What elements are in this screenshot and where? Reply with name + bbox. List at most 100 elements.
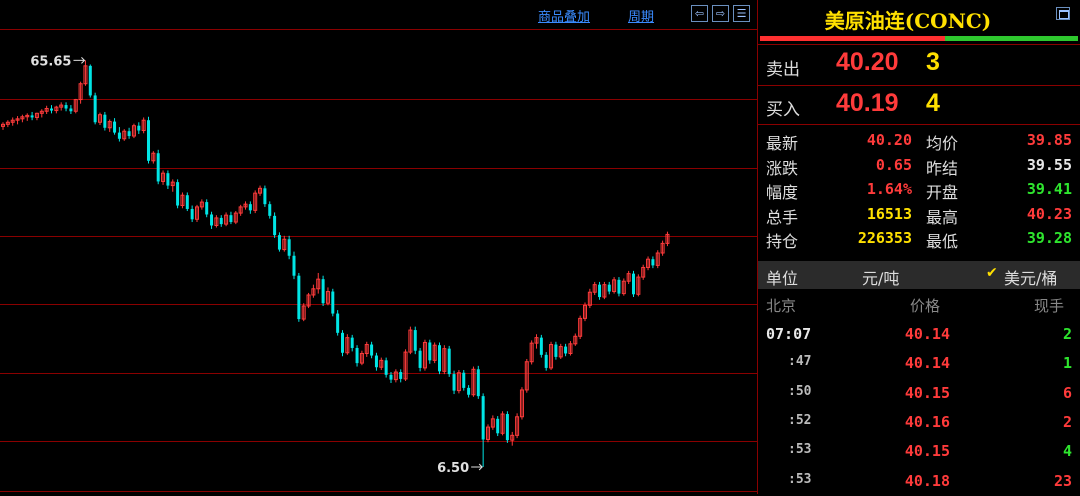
candle-body <box>539 337 543 355</box>
scroll-left-button[interactable]: ⇦ <box>691 5 708 22</box>
candle-body <box>564 346 568 354</box>
tick-volume: 2 <box>1062 412 1072 431</box>
stat-value: 39.55 <box>1026 155 1072 174</box>
candle-body <box>273 215 277 236</box>
ticks-header-volume: 现手 <box>1034 297 1065 315</box>
candle-body <box>190 208 194 220</box>
tick-row[interactable]: 07:07 40.14 2 <box>758 320 1080 349</box>
candle-body <box>389 374 393 380</box>
candle-body <box>462 372 466 388</box>
unit-option-usd-per-barrel[interactable]: 美元/桶 <box>1004 265 1057 289</box>
candlestick-chart: 65.65 6.50 <box>0 29 757 492</box>
divider <box>758 85 1080 86</box>
instrument-title: 美原油连(CONC) <box>824 9 992 33</box>
tick-price: 40.18 <box>904 471 950 490</box>
candle-body <box>505 414 509 441</box>
stat-label: 均价 <box>926 134 959 153</box>
ticks-header-price: 价格 <box>910 297 941 315</box>
candle-body <box>355 347 359 364</box>
stat-value: 40.23 <box>1026 204 1072 223</box>
sell-price: 40.20 <box>836 48 899 76</box>
candle-body <box>452 374 456 391</box>
maximize-button[interactable] <box>1056 7 1070 20</box>
unit-row: 单位 元/吨 ✔ 美元/桶 <box>758 261 1080 289</box>
candle-body <box>277 235 281 250</box>
tick-row[interactable]: :50 40.15 6 <box>758 379 1080 408</box>
tick-price: 40.16 <box>904 412 950 431</box>
buy-price: 40.19 <box>836 89 899 117</box>
high-price-label: 65.65 <box>30 54 71 69</box>
candle-body <box>399 372 403 379</box>
candle-body <box>331 291 335 314</box>
candle-body <box>287 239 291 256</box>
stat-label: 持仓 <box>766 232 799 251</box>
candle-body <box>69 108 73 112</box>
candle-body <box>50 108 53 111</box>
candle-body <box>268 204 272 216</box>
candle-body <box>467 387 471 395</box>
candle-body <box>598 284 602 298</box>
tick-price: 40.15 <box>904 442 950 461</box>
tick-price: 40.14 <box>904 325 950 343</box>
candle-body <box>607 284 611 292</box>
scroll-right-button[interactable]: ⇨ <box>712 5 729 22</box>
stat-value: 226353 <box>857 229 912 247</box>
candle-body <box>418 350 422 368</box>
tick-row[interactable]: :53 40.15 4 <box>758 437 1080 466</box>
candle-body <box>632 273 635 295</box>
stat-label: 幅度 <box>766 183 799 202</box>
tick-time: :52 <box>788 412 812 428</box>
stat-label: 涨跌 <box>766 158 799 178</box>
tick-row[interactable]: :47 40.14 1 <box>758 349 1080 378</box>
check-icon: ✔ <box>986 265 998 281</box>
candle-body <box>292 255 296 276</box>
menu-button[interactable]: ☰ <box>733 5 750 22</box>
sell-ratio-bar <box>760 36 945 41</box>
period-link[interactable]: 周期 <box>628 6 654 25</box>
tick-time: :53 <box>788 471 812 487</box>
candle-body <box>185 195 189 209</box>
candle-body <box>88 65 92 96</box>
candle-body <box>384 360 388 375</box>
ticks-header-place: 北京 <box>766 297 797 315</box>
tick-row[interactable]: :53 40.18 23 <box>758 467 1080 496</box>
stat-label: 总手 <box>766 207 799 227</box>
divider <box>758 124 1080 125</box>
tick-row[interactable]: :52 40.16 2 <box>758 408 1080 437</box>
candle-body <box>350 337 354 348</box>
candle-body <box>210 214 214 226</box>
candle-body <box>156 153 160 182</box>
tick-time: :53 <box>788 442 812 458</box>
candle-body <box>544 354 548 368</box>
candle-body <box>64 105 68 109</box>
price-chart[interactable]: 65.65 6.50 商品叠加 周期 ⇦ ⇨ ☰ <box>0 0 757 494</box>
tick-volume: 6 <box>1062 383 1072 402</box>
candle-body <box>176 182 180 206</box>
stat-label: 最新 <box>766 134 799 153</box>
candle-body <box>438 345 441 372</box>
stat-value: 16513 <box>866 204 912 223</box>
candle-body <box>554 344 558 357</box>
unit-option-yuan-per-ton[interactable]: 元/吨 <box>862 265 899 289</box>
sell-label: 卖出 <box>766 60 800 80</box>
candle-body <box>127 131 131 137</box>
unit-label: 单位 <box>766 269 799 288</box>
candle-body <box>413 330 417 351</box>
stat-value: 39.85 <box>1026 131 1072 149</box>
candle-body <box>374 355 378 368</box>
tick-time: 07:07 <box>766 325 812 343</box>
stat-value: 39.28 <box>1026 229 1072 247</box>
low-price-label: 6.50 <box>437 461 469 476</box>
candle-body <box>476 369 480 397</box>
tick-price: 40.14 <box>904 354 950 373</box>
candle-body <box>428 342 432 361</box>
buy-ratio-bar <box>945 36 1078 41</box>
overlay-commodity-link[interactable]: 商品叠加 <box>538 6 590 25</box>
stat-label: 最高 <box>926 207 959 227</box>
stat-value: 1.64% <box>866 180 912 198</box>
stat-value: 0.65 <box>875 155 912 174</box>
candle-body <box>248 204 252 211</box>
stat-label: 开盘 <box>926 183 959 202</box>
stat-value: 39.41 <box>1026 180 1072 198</box>
candle-body <box>496 418 500 434</box>
